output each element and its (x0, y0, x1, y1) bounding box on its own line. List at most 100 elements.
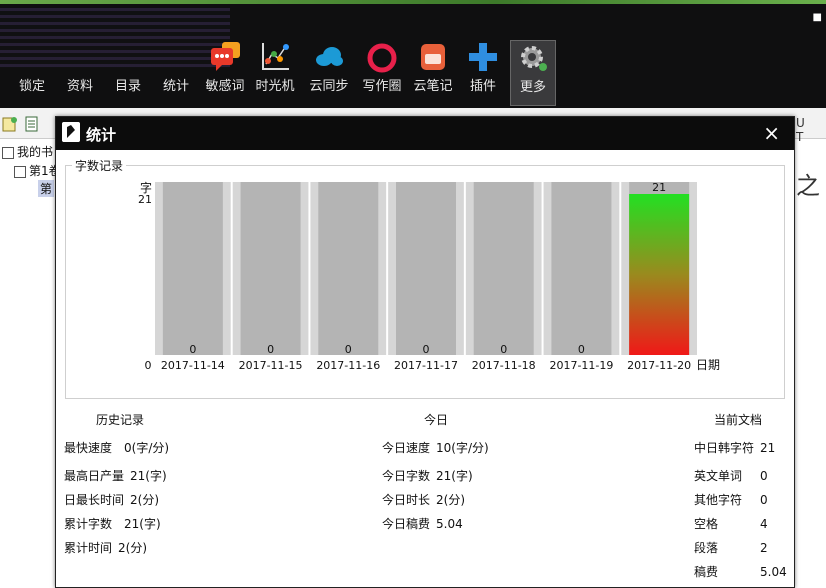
bar-value-label: 0 (345, 343, 352, 356)
bar-value-label: 0 (578, 343, 585, 356)
toolbar-writing-circle-button[interactable]: 写作圈 (358, 40, 406, 104)
today-row-speed: 今日速度 10(字/分) (382, 439, 489, 456)
toolbar-sensitive-words-label: 敏感词 (205, 79, 245, 94)
x-tick-label: 2017-11-14 (161, 359, 225, 372)
y-min-tick-label: 0 (145, 359, 152, 372)
bar (629, 194, 690, 355)
new-book-icon[interactable] (2, 116, 18, 132)
tree-root-checkbox[interactable] (2, 146, 14, 159)
toolbar-profile-label: 资料 (66, 79, 93, 94)
toolbar-cloud-sync-button[interactable]: 云同步 (306, 40, 352, 104)
bar-track (240, 182, 301, 355)
bar-track (551, 182, 612, 355)
stat-label: 其他字符 (694, 493, 743, 507)
x-tick-label: 2017-11-19 (549, 359, 613, 372)
x-axis-label: 日期 (696, 358, 720, 372)
history-row-fastest-speed: 最快速度 0(字/分) (64, 439, 169, 456)
stat-label: 今日字数 (382, 469, 431, 483)
history-heading: 历史记录 (96, 413, 145, 427)
tree-chapter-item[interactable]: 第 (38, 180, 55, 197)
sensitive-words-icon (211, 42, 240, 71)
today-row-fee: 今日稿费 5.04 (382, 515, 463, 532)
toolbar-time-machine-button[interactable]: 时光机 (252, 40, 298, 104)
toolbar-lock-label: 锁定 (18, 79, 45, 94)
stat-value: 2(分) (130, 493, 160, 507)
bar-track (473, 182, 534, 355)
toolbar-catalog-button[interactable]: 目录 (106, 40, 150, 104)
history-row-total-words: 累计字数 21(字) (64, 515, 161, 532)
stat-label: 今日速度 (382, 441, 431, 455)
history-row-max-daily: 最高日产量 21(字) (64, 467, 167, 484)
toolbar-profile-button[interactable]: 资料 (58, 40, 102, 104)
stat-label: 累计字数 (64, 517, 113, 531)
stat-label: 今日稿费 (382, 517, 431, 531)
bar-value-label: 0 (423, 343, 430, 356)
stat-value: 0(字/分) (124, 441, 170, 455)
cloud-note-icon (421, 44, 445, 70)
toolbar-stats-button[interactable]: 统计 (154, 40, 198, 104)
bar-track (318, 182, 379, 355)
toolbar-cloud-note-button[interactable]: 云笔记 (410, 40, 456, 104)
stat-value: 21(字) (436, 469, 473, 483)
main-toolbar: ■ 锁定 资料 目录 统计 敏感词 时光机 云同步 写作圈 云笔记 插件 更多 (0, 0, 826, 108)
toolbar-lock-button[interactable]: 锁定 (10, 40, 54, 104)
tree-root-label: 我的书 (17, 145, 54, 159)
toolbar-plugin-button[interactable]: 插件 (460, 40, 506, 104)
word-count-chart: 字21002017-11-1402017-11-1502017-11-16020… (138, 180, 720, 372)
y-max-tick-label: 21 (138, 193, 152, 206)
today-row-duration: 今日时长 2(分) (382, 491, 465, 508)
stat-label: 累计时间 (64, 541, 113, 555)
toolbar-time-machine-label: 时光机 (255, 79, 295, 94)
stat-value: 5.04 (436, 517, 463, 531)
bar-track (396, 182, 456, 355)
stat-value: 2 (760, 541, 768, 555)
current-row-other-chars: 其他字符 0 (694, 491, 768, 508)
toolbar-sensitive-words-button[interactable]: 敏感词 (202, 40, 248, 104)
today-heading: 今日 (424, 413, 449, 427)
corner-mark: ■ (812, 12, 822, 23)
current-row-paragraphs: 段落 2 (694, 539, 768, 556)
toolbar-stats-label: 统计 (162, 79, 189, 94)
bar-value-label: 0 (500, 343, 507, 356)
bar-track (162, 182, 223, 355)
new-chapter-icon[interactable] (24, 116, 40, 132)
bar-value-label: 0 (189, 343, 196, 356)
history-row-longest-time: 日最长时间 2(分) (64, 491, 159, 508)
x-tick-label: 2017-11-20 (627, 359, 691, 372)
toolbar-cloud-note-label: 云笔记 (413, 79, 453, 94)
toolbar-plugin-label: 插件 (469, 79, 496, 94)
time-machine-icon (262, 43, 289, 70)
stat-value: 21(字) (130, 469, 167, 483)
stat-value: 21(字) (124, 517, 161, 531)
stat-value: 0 (760, 469, 768, 483)
stat-value: 2(分) (436, 493, 466, 507)
bar-value-label: 0 (267, 343, 274, 356)
tree-chapter-label: 第 (40, 182, 53, 196)
toolbar-cloud-sync-label: 云同步 (309, 79, 349, 94)
writing-circle-icon (367, 43, 397, 73)
stat-label: 今日时长 (382, 493, 431, 507)
more-gear-icon (521, 46, 547, 71)
history-row-total-time: 累计时间 2(分) (64, 539, 147, 556)
toolbar-writing-circle-label: 写作圈 (362, 79, 402, 94)
stat-value: 10(字/分) (436, 441, 489, 455)
stat-value: 2(分) (118, 541, 148, 555)
toolbar-catalog-label: 目录 (114, 79, 141, 94)
stats-dialog: 统计 × 字数记录 字 21 0 0 2017-11-14 0 2017-11-15 0 201… (55, 116, 795, 588)
cloud-sync-icon (316, 47, 343, 66)
x-tick-label: 2017-11-17 (394, 359, 458, 372)
tree-volume-item[interactable]: 第1卷 (14, 162, 61, 179)
stat-label: 英文单词 (694, 469, 743, 483)
stat-label: 最快速度 (64, 441, 113, 455)
bar-value-label: 21 (652, 181, 666, 194)
plugin-icon (469, 43, 497, 71)
toolbar-more-button[interactable]: 更多 (510, 40, 556, 106)
tree-root-item[interactable]: 我的书 (2, 143, 53, 160)
current-doc-heading: 当前文档 (714, 413, 763, 427)
current-row-spaces: 空格 4 (694, 515, 768, 532)
stat-label: 段落 (694, 541, 719, 555)
format-toolbar-letters: U T (796, 116, 809, 144)
stat-label: 日最长时间 (64, 493, 125, 507)
tree-volume-checkbox[interactable] (14, 165, 26, 178)
today-row-words: 今日字数 21(字) (382, 467, 473, 484)
